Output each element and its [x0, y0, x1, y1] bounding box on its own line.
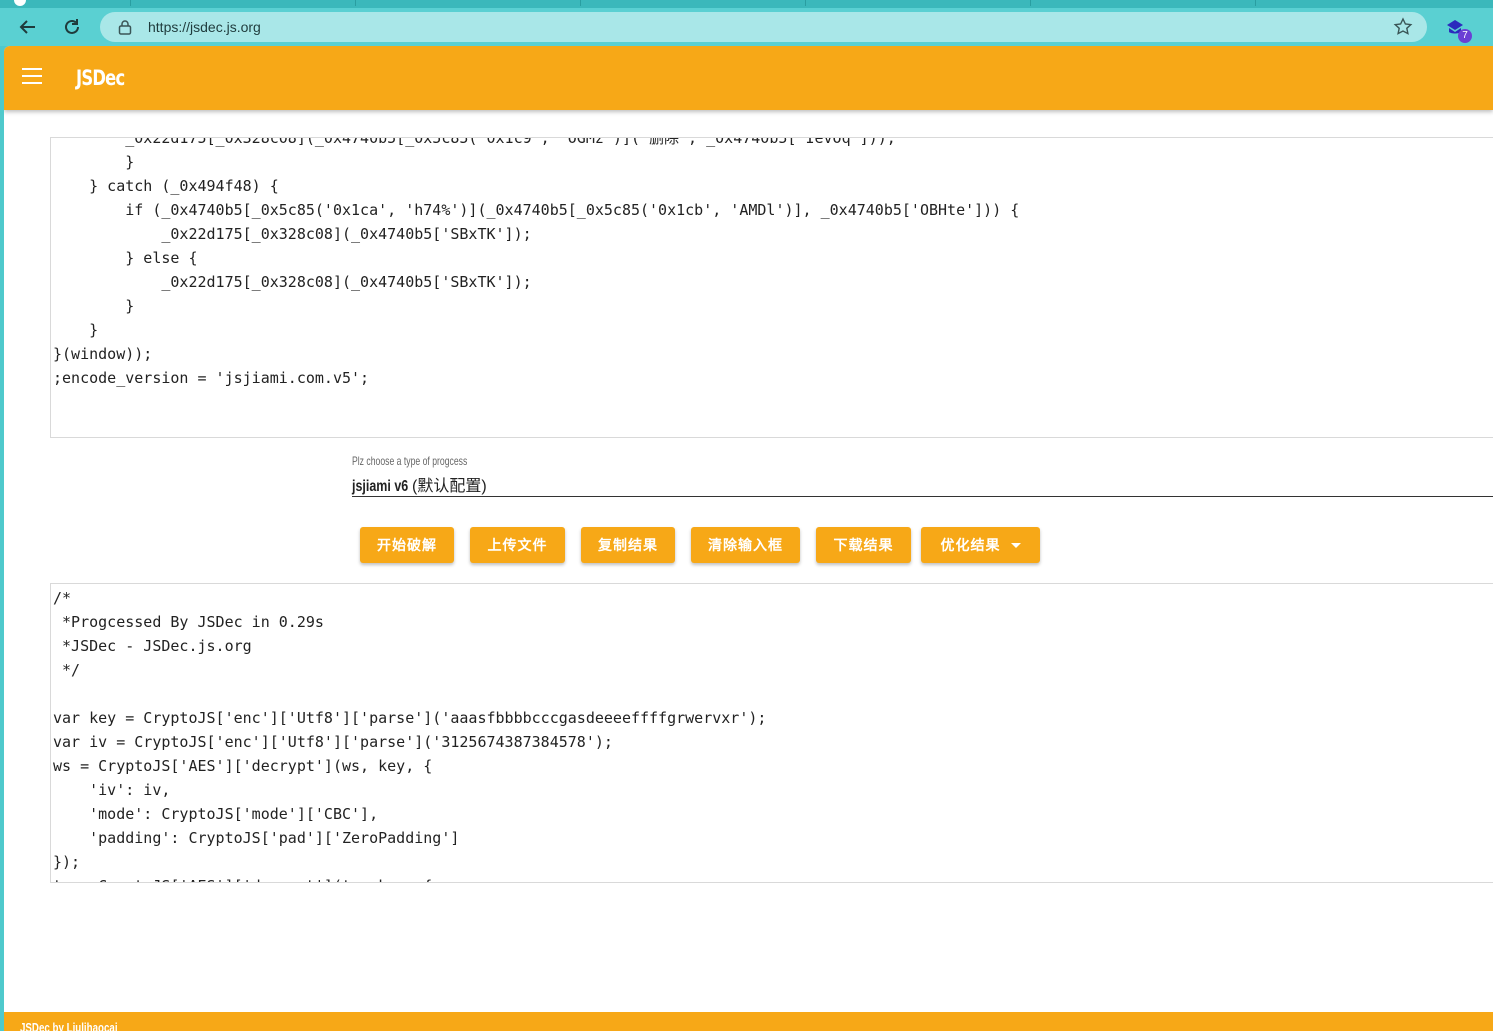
- download-button[interactable]: 下载结果: [816, 527, 911, 563]
- tab-separator: [1255, 0, 1256, 6]
- arrow-left-icon: [19, 20, 35, 34]
- select-value: jsjiami v6 (默认配置): [352, 472, 487, 496]
- tab-strip: [0, 0, 1493, 8]
- tab-separator: [805, 0, 806, 6]
- copy-button[interactable]: 复制结果: [581, 527, 675, 563]
- extension-button[interactable]: 7: [1444, 17, 1472, 43]
- output-code: /* *Progcessed By JSDec in 0.29s *JSDec …: [53, 589, 767, 882]
- star-icon[interactable]: [1393, 17, 1413, 37]
- input-code: _0x22d175[_0x328c08](_0x4740b5[_0x5c85('…: [53, 137, 1020, 387]
- footer: JSDec by Liulihaocai: [4, 1012, 1493, 1031]
- extension-badge: 7: [1458, 29, 1472, 43]
- menu-button[interactable]: [22, 68, 42, 84]
- tab-separator: [355, 0, 356, 6]
- caret-down-icon: [1010, 542, 1021, 548]
- tab-separator: [130, 0, 131, 6]
- menu-icon: [22, 68, 42, 70]
- select-label: Plz choose a type of progcess: [352, 454, 468, 468]
- process-type-select[interactable]: Plz choose a type of progcess jsjiami v6…: [352, 454, 1493, 497]
- upload-button[interactable]: 上传文件: [470, 527, 565, 563]
- optimize-label: 优化结果: [940, 537, 1001, 553]
- url-text: https://jsdec.js.org: [148, 19, 261, 35]
- tab-separator: [1030, 0, 1031, 6]
- app-bar: JSDec: [4, 46, 1493, 110]
- back-button[interactable]: [14, 14, 42, 40]
- select-value-note: (默认配置): [412, 478, 487, 495]
- lock-icon[interactable]: [118, 19, 132, 35]
- brand-title: JSDec: [76, 66, 125, 90]
- select-value-main: jsjiami v6: [352, 478, 409, 495]
- output-code-editor[interactable]: /* *Progcessed By JSDec in 0.29s *JSDec …: [50, 583, 1493, 883]
- tab-separator: [580, 0, 581, 6]
- browser-toolbar: https://jsdec.js.org 7: [0, 8, 1493, 46]
- address-bar[interactable]: https://jsdec.js.org: [100, 12, 1427, 42]
- reload-button[interactable]: [58, 14, 86, 40]
- clear-button[interactable]: 清除输入框: [691, 527, 800, 563]
- optimize-dropdown-button[interactable]: 优化结果: [921, 527, 1040, 563]
- reload-icon: [65, 19, 79, 34]
- page: JSDec _0x22d175[_0x328c08](_0x4740b5[_0x…: [4, 46, 1493, 1031]
- start-button[interactable]: 开始破解: [360, 527, 454, 563]
- footer-text: JSDec by Liulihaocai: [20, 1020, 118, 1031]
- input-code-editor[interactable]: _0x22d175[_0x328c08](_0x4740b5[_0x5c85('…: [50, 137, 1493, 438]
- tab-favicon: [14, 0, 26, 6]
